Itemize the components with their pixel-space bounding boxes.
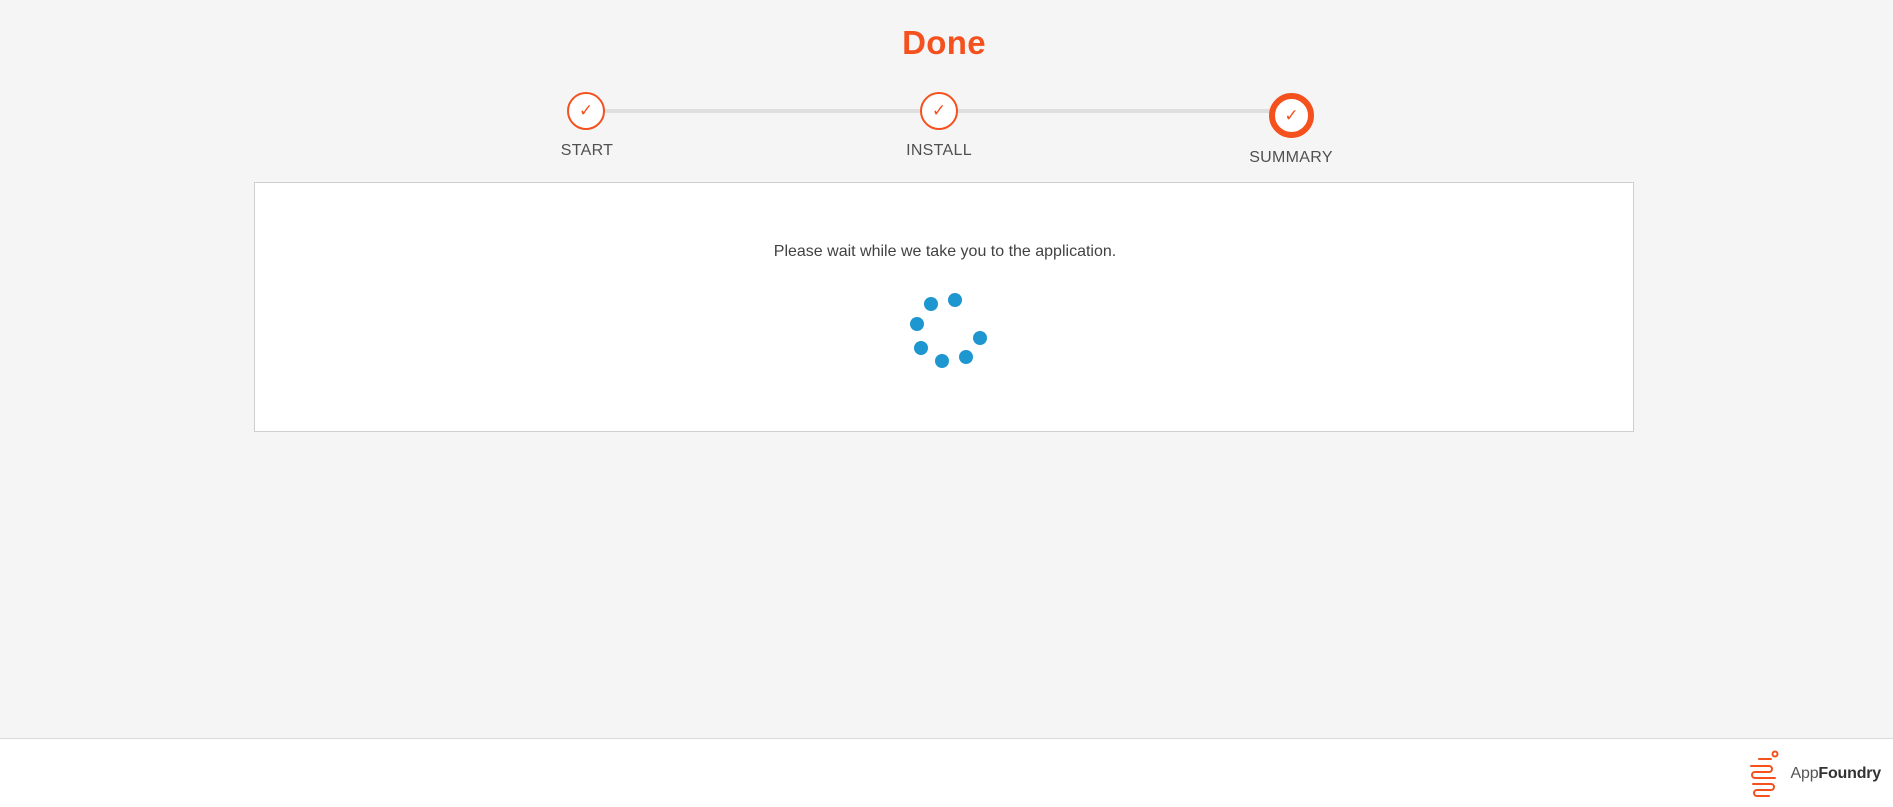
progress-stepper: ✓ START ✓ INSTALL ✓ SUMMARY: [540, 90, 1355, 170]
check-icon: ✓: [920, 92, 958, 130]
wait-message: Please wait while we take you to the app…: [773, 243, 1117, 260]
appfoundry-logo-icon: [1749, 750, 1779, 797]
spinner-dot: [959, 350, 973, 364]
footer: AppFoundry: [0, 738, 1893, 807]
brand-suffix: Foundry: [1818, 765, 1881, 782]
page-title: Done: [902, 24, 986, 61]
loading-spinner-icon: [905, 293, 995, 383]
spinner-dot: [924, 297, 938, 311]
spinner-dot: [914, 341, 928, 355]
status-card: Please wait while we take you to the app…: [254, 182, 1634, 432]
spinner-dot: [910, 317, 924, 331]
setup-page: Done ✓ START ✓ INSTALL ✓ SUMMARY Please …: [0, 0, 1893, 807]
brand-prefix: App: [1790, 765, 1819, 782]
check-icon: ✓: [567, 92, 605, 130]
brand[interactable]: AppFoundry: [1745, 749, 1881, 799]
spinner-dot: [935, 354, 949, 368]
step-label-start: START: [560, 142, 614, 159]
brand-name: AppFoundry: [1790, 765, 1882, 783]
spinner-dot: [948, 293, 962, 307]
step-label-summary: SUMMARY: [1249, 149, 1333, 166]
step-label-install: INSTALL: [906, 142, 972, 159]
check-icon: ✓: [1269, 93, 1314, 138]
spinner-dot: [973, 331, 987, 345]
